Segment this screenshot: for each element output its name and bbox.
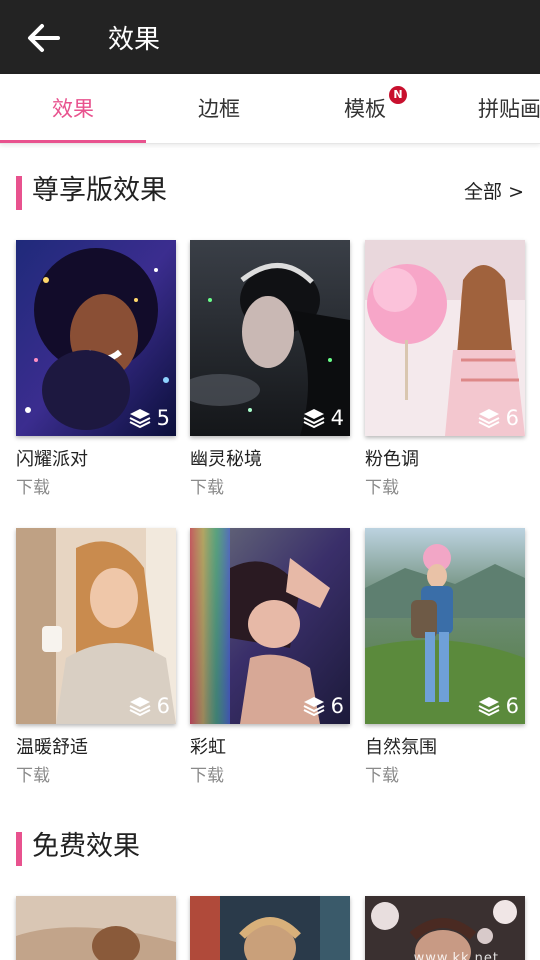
layer-count: 6 [128,692,170,720]
premium-section-title: 尊享版效果 [32,175,167,206]
page-title: 效果 [108,25,161,55]
effect-card[interactable]: 6 彩虹 下载 [190,528,350,787]
free-section-title: 免费效果 [32,831,140,862]
top-bar: 效果 [0,0,540,74]
download-status[interactable]: 下载 [16,477,176,499]
effect-thumbnail[interactable]: 5 [16,240,176,436]
layers-icon [303,409,325,429]
effect-name: 幽灵秘境 [190,449,262,470]
effect-preview-image [16,896,176,960]
layers-icon [478,697,500,717]
effect-preview-image [190,896,350,960]
layer-count: 5 [128,404,170,432]
tab-templates[interactable]: 模板 [292,74,438,143]
effect-thumbnail[interactable]: 6 [190,528,350,724]
layer-count-value: 6 [330,694,344,718]
layers-icon [303,697,325,717]
effect-name: 闪耀派对 [16,449,88,470]
effect-name: 粉色调 [365,449,419,470]
free-effect-thumbnail[interactable] [190,896,350,960]
free-effect-thumbnail[interactable]: www.kk.net [365,896,525,960]
layer-count-value: 5 [156,406,170,430]
section-accent-bar [16,176,22,210]
effect-card[interactable]: 5 闪耀派对 下载 [16,240,176,499]
tab-effects[interactable]: 效果 [0,74,146,143]
layer-count-value: 6 [505,406,519,430]
download-status[interactable]: 下载 [365,477,525,499]
free-effect-thumbnail[interactable] [16,896,176,960]
layer-count-value: 4 [330,406,344,430]
effect-name: 温暖舒适 [16,737,88,758]
effect-card[interactable]: 6 粉色调 下载 [365,240,525,499]
active-tab-indicator [0,140,146,143]
effect-card[interactable]: 6 温暖舒适 下载 [16,528,176,787]
download-status[interactable]: 下载 [190,477,350,499]
layers-icon [129,697,151,717]
effect-thumbnail[interactable]: 4 [190,240,350,436]
layers-icon [129,409,151,429]
tab-collage[interactable]: 拼贴画 [478,74,540,143]
effect-name: 彩虹 [190,737,226,758]
layer-count: 4 [302,404,344,432]
layer-count: 6 [302,692,344,720]
view-all-link[interactable]: 全部 > [464,178,524,206]
section-accent-bar [16,832,22,866]
new-badge: N [389,86,407,104]
layers-icon [478,409,500,429]
effect-card[interactable]: 4 幽灵秘境 下载 [190,240,350,499]
effect-card[interactable]: 6 自然氛围 下载 [365,528,525,787]
download-status[interactable]: 下载 [16,765,176,787]
download-status[interactable]: 下载 [190,765,350,787]
tab-frames[interactable]: 边框 [146,74,292,143]
effect-name: 自然氛围 [365,737,437,758]
effect-thumbnail[interactable]: 6 [365,528,525,724]
layer-count-value: 6 [156,694,170,718]
layer-count: 6 [477,404,519,432]
effect-thumbnail[interactable]: 6 [16,528,176,724]
arrow-left-icon [28,24,60,52]
watermark-text: www.kk.net [413,951,499,960]
layer-count-value: 6 [505,694,519,718]
layer-count: 6 [477,692,519,720]
download-status[interactable]: 下载 [365,765,525,787]
effect-thumbnail[interactable]: 6 [365,240,525,436]
back-button[interactable] [22,16,66,60]
tab-bar: 效果 边框 模板 拼贴画 [0,74,540,144]
